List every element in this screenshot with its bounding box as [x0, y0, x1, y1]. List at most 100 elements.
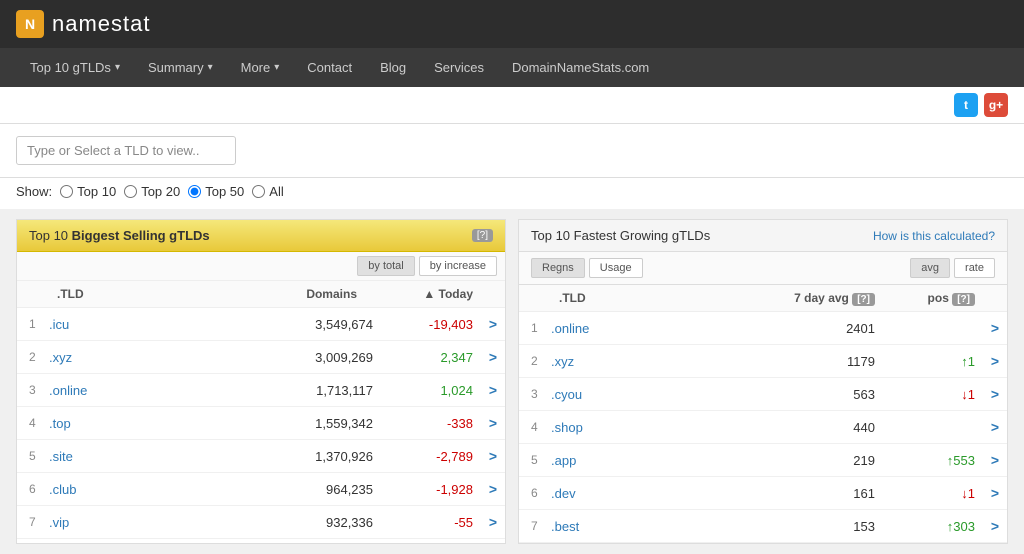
row-avg: 440: [627, 412, 883, 443]
how-is-calculated-link[interactable]: How is this calculated?: [873, 229, 995, 243]
logo: N namestat: [16, 10, 151, 38]
tld-link[interactable]: .top: [49, 416, 71, 431]
tld-select[interactable]: Type or Select a TLD to view..: [16, 136, 236, 165]
row-domains: 932,336: [125, 507, 381, 538]
row-arrow[interactable]: >: [481, 374, 505, 406]
row-tld: .club: [45, 474, 125, 505]
table-row: 4 .shop 440 >: [519, 411, 1007, 444]
tab-by-increase[interactable]: by increase: [419, 256, 497, 276]
show-top50-label: Top 50: [205, 184, 244, 199]
show-all-option[interactable]: All: [252, 184, 283, 199]
tab-rate[interactable]: rate: [954, 258, 995, 278]
show-top50-option[interactable]: Top 50: [188, 184, 244, 199]
show-top20-option[interactable]: Top 20: [124, 184, 180, 199]
show-all-radio[interactable]: [252, 185, 265, 198]
nav-item-contact[interactable]: Contact: [293, 48, 366, 87]
row-domains: 3,009,269: [125, 342, 381, 373]
right-tab-bar: Regns Usage avg rate: [519, 252, 1007, 285]
tld-link[interactable]: .site: [49, 449, 73, 464]
tld-link[interactable]: .xyz: [49, 350, 72, 365]
right-panel-title: Top 10 Fastest Growing gTLDs: [531, 228, 710, 243]
row-number: 6: [17, 474, 45, 504]
tab-avg[interactable]: avg: [910, 258, 950, 278]
show-top50-radio[interactable]: [188, 185, 201, 198]
row-arrow[interactable]: >: [983, 444, 1007, 476]
tab-regns[interactable]: Regns: [531, 258, 585, 278]
row-arrow[interactable]: >: [983, 510, 1007, 542]
row-tld: .icu: [45, 309, 125, 340]
show-top10-radio[interactable]: [60, 185, 73, 198]
row-number: 5: [519, 445, 547, 475]
logo-text: namestat: [52, 11, 151, 37]
row-number: 7: [17, 507, 45, 537]
logo-icon: N: [16, 10, 44, 38]
row-avg: 219: [627, 445, 883, 476]
table-row: 1 .online 2401 >: [519, 312, 1007, 345]
tld-link[interactable]: .icu: [49, 317, 69, 332]
row-tld: .online: [547, 313, 627, 344]
social-bar: t g+: [0, 87, 1024, 124]
tld-link[interactable]: .dev: [551, 486, 576, 501]
row-number: 7: [519, 511, 547, 541]
row-domains: 1,559,342: [125, 408, 381, 439]
show-top10-label: Top 10: [77, 184, 116, 199]
tld-link[interactable]: .vip: [49, 515, 69, 530]
row-number: 1: [17, 309, 45, 339]
table-row: 6 .club 964,235 -1,928 >: [17, 473, 505, 506]
tld-link[interactable]: .online: [49, 383, 87, 398]
row-tld: .cyou: [547, 379, 627, 410]
row-arrow[interactable]: >: [481, 341, 505, 373]
row-pos: ↑553: [883, 445, 983, 476]
tld-link[interactable]: .online: [551, 321, 589, 336]
row-arrow[interactable]: >: [481, 440, 505, 472]
tld-link[interactable]: .xyz: [551, 354, 574, 369]
tld-link[interactable]: .best: [551, 519, 579, 534]
row-arrow[interactable]: >: [983, 411, 1007, 443]
nav-item-blog[interactable]: Blog: [366, 48, 420, 87]
row-arrow[interactable]: >: [983, 477, 1007, 509]
twitter-icon[interactable]: t: [954, 93, 978, 117]
nav-item-domainnamestats[interactable]: DomainNameStats.com: [498, 48, 663, 87]
pos-help-badge[interactable]: [?]: [952, 293, 975, 306]
tld-link[interactable]: .app: [551, 453, 576, 468]
row-arrow[interactable]: >: [983, 312, 1007, 344]
row-tld: .vip: [45, 507, 125, 538]
row-arrow[interactable]: >: [481, 308, 505, 340]
nav-label: DomainNameStats.com: [512, 60, 649, 75]
row-pos: ↑303: [883, 511, 983, 542]
row-tld: .dev: [547, 478, 627, 509]
tld-link[interactable]: .club: [49, 482, 76, 497]
row-today: -338: [381, 408, 481, 439]
right-panel: Top 10 Fastest Growing gTLDs How is this…: [518, 219, 1008, 544]
google-plus-icon[interactable]: g+: [984, 93, 1008, 117]
row-number: 3: [519, 379, 547, 409]
row-arrow[interactable]: >: [481, 473, 505, 505]
nav-item-more[interactable]: More ▾: [227, 48, 294, 87]
show-top20-label: Top 20: [141, 184, 180, 199]
row-number: 4: [17, 408, 45, 438]
row-arrow[interactable]: >: [481, 407, 505, 439]
row-today: -1,928: [381, 474, 481, 505]
nav-label: Contact: [307, 60, 352, 75]
nav-item-summary[interactable]: Summary ▾: [134, 48, 227, 87]
nav-label: More: [241, 60, 271, 75]
left-tab-bar: by total by increase: [17, 252, 505, 281]
left-panel: Top 10 Biggest Selling gTLDs [?] by tota…: [16, 219, 506, 544]
row-number: 4: [519, 412, 547, 442]
avg-help-badge[interactable]: [?]: [852, 293, 875, 306]
row-tld: .online: [45, 375, 125, 406]
row-arrow[interactable]: >: [983, 378, 1007, 410]
chevron-down-icon: ▾: [274, 62, 279, 73]
tab-by-total[interactable]: by total: [357, 256, 414, 276]
left-panel-help[interactable]: [?]: [472, 229, 493, 242]
show-top10-option[interactable]: Top 10: [60, 184, 116, 199]
row-arrow[interactable]: >: [983, 345, 1007, 377]
nav-item-services[interactable]: Services: [420, 48, 498, 87]
nav-item-top10gtlds[interactable]: Top 10 gTLDs ▾: [16, 48, 134, 87]
show-top20-radio[interactable]: [124, 185, 137, 198]
tld-link[interactable]: .cyou: [551, 387, 582, 402]
row-arrow[interactable]: >: [481, 506, 505, 538]
tld-link[interactable]: .shop: [551, 420, 583, 435]
tab-usage[interactable]: Usage: [589, 258, 643, 278]
row-pos: ↓1: [883, 478, 983, 509]
